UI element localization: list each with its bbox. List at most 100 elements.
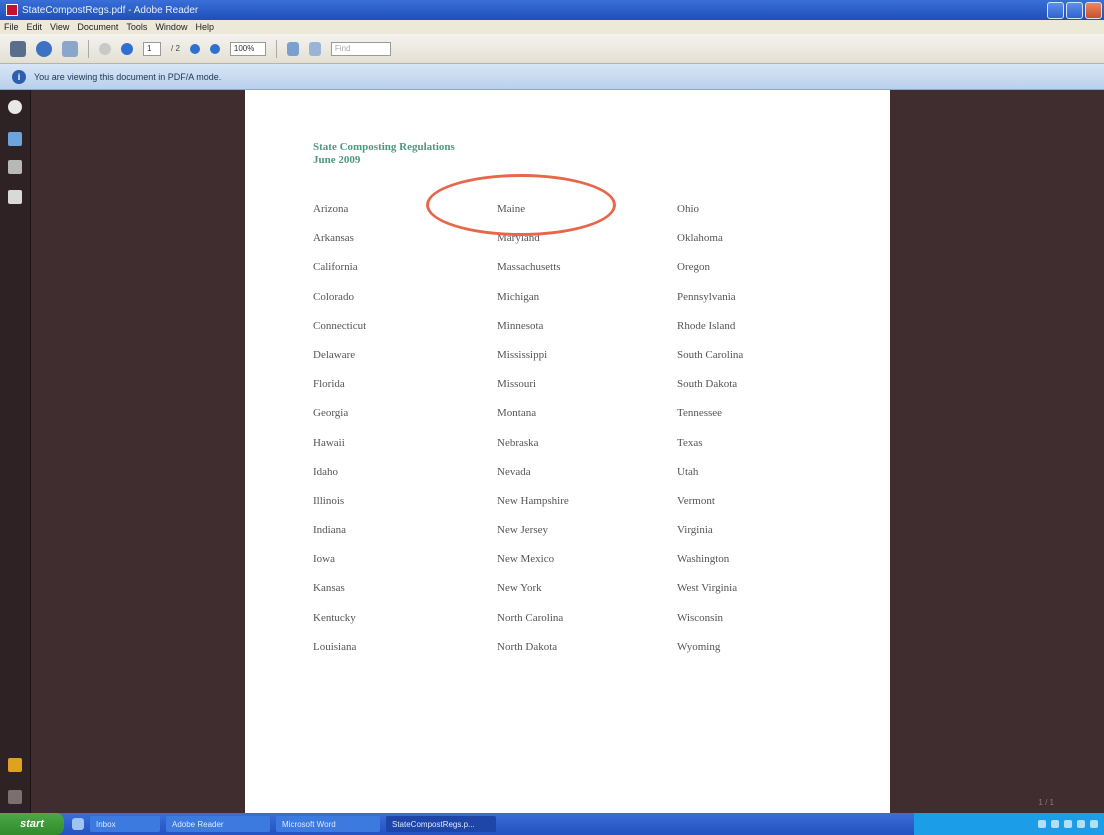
menu-edit[interactable]: Edit — [27, 22, 43, 32]
state-name: New York — [497, 582, 542, 595]
state-name: South Carolina — [677, 348, 744, 361]
close-button[interactable] — [1085, 2, 1102, 19]
comments-icon[interactable] — [8, 100, 22, 114]
state-name: South Dakota — [677, 378, 738, 391]
maximize-button[interactable] — [1066, 2, 1083, 19]
state-name: Rhode Island — [677, 319, 736, 332]
email-icon[interactable] — [36, 40, 52, 57]
state-name: Michigan — [497, 290, 540, 303]
state-name: Wyoming — [677, 640, 721, 653]
window-title: StateCompostRegs.pdf - Adobe Reader — [22, 4, 199, 16]
state-name: Iowa — [313, 553, 335, 566]
previous-page-icon[interactable] — [99, 42, 111, 55]
paperclip-icon[interactable] — [8, 790, 22, 804]
state-name: New Hampshire — [497, 494, 569, 507]
state-name: Minnesota — [497, 319, 544, 332]
state-column-1: Arizona Arkansas California Colorado Connect… — [313, 202, 366, 669]
zoom-out-icon[interactable] — [189, 43, 200, 54]
state-name: Washington — [677, 553, 730, 566]
state-name: Tennessee — [677, 407, 723, 420]
info-icon: i — [12, 69, 26, 84]
state-name: North Carolina — [497, 611, 564, 624]
state-name: Vermont — [677, 494, 715, 507]
page-number-input[interactable]: 1 — [143, 41, 161, 56]
taskbar-item[interactable]: Inbox — [90, 816, 160, 832]
find-input[interactable]: Find — [330, 41, 391, 56]
print-icon[interactable] — [10, 40, 26, 57]
document-background-right: 1 / 1 — [890, 90, 1104, 813]
adobe-reader-icon — [6, 4, 18, 16]
title-date: June 2009 — [313, 154, 361, 166]
pdf-page: State Composting Regulations June 2009 A… — [245, 90, 890, 813]
signatures-icon[interactable] — [8, 160, 22, 174]
state-name: Oklahoma — [677, 232, 723, 245]
page-total: / 2 — [171, 44, 180, 53]
tray-icon[interactable] — [1090, 820, 1098, 828]
pdfa-info-bar: i You are viewing this document in PDF/A… — [0, 64, 1104, 90]
tray-icon[interactable] — [1064, 820, 1072, 828]
window-controls — [1047, 2, 1102, 19]
state-name: Georgia — [313, 407, 349, 420]
taskbar-item[interactable]: Microsoft Word — [276, 816, 380, 832]
state-name: Oregon — [677, 261, 710, 274]
zoom-in-icon[interactable] — [209, 43, 220, 54]
toolbar-separator — [88, 39, 89, 58]
state-name: Utah — [677, 465, 699, 478]
state-name: Florida — [313, 378, 345, 391]
tray-icon[interactable] — [1038, 820, 1046, 828]
info-message: You are viewing this document in PDF/A m… — [34, 71, 222, 82]
menu-window[interactable]: Window — [155, 22, 187, 32]
title-bar: StateCompostRegs.pdf - Adobe Reader — [0, 0, 1104, 20]
state-column-2: Maine Maryland Massachusetts Michigan Minnes… — [497, 202, 569, 669]
menu-view[interactable]: View — [50, 22, 69, 32]
state-column-3: Ohio Oklahoma Oregon Pennsylvania Rhode Isla… — [677, 202, 743, 669]
page-indicator: 1 / 1 — [1038, 798, 1054, 807]
taskbar-item-active[interactable]: StateCompostRegs.p... — [386, 816, 496, 832]
menu-bar: File Edit View Document Tools Window Hel… — [0, 20, 1104, 34]
state-name: Kansas — [313, 582, 345, 595]
zoom-select[interactable]: 100% — [229, 41, 266, 56]
system-tray — [914, 813, 1104, 835]
security-key-icon[interactable] — [8, 758, 22, 772]
state-name: Missouri — [497, 378, 537, 391]
state-name: Virginia — [677, 524, 713, 537]
state-name: Kentucky — [313, 611, 356, 624]
tray-icon[interactable] — [1077, 820, 1085, 828]
pages-icon[interactable] — [8, 132, 22, 146]
state-name: Illinois — [313, 494, 345, 507]
menu-tools[interactable]: Tools — [126, 22, 147, 32]
state-name: Ohio — [677, 203, 699, 215]
menu-document[interactable]: Document — [77, 22, 118, 32]
state-name: Colorado — [313, 290, 354, 303]
taskbar-item[interactable]: Adobe Reader — [166, 816, 270, 832]
state-name: Idaho — [313, 465, 339, 478]
fit-width-icon[interactable] — [308, 41, 321, 56]
state-name: West Virginia — [677, 582, 738, 595]
state-name: Arizona — [313, 203, 349, 215]
state-name: Hawaii — [313, 436, 345, 449]
state-name: California — [313, 261, 358, 274]
state-name: Louisiana — [313, 640, 357, 653]
fit-page-icon[interactable] — [286, 41, 299, 56]
collaborate-icon[interactable] — [62, 40, 78, 57]
state-name: Massachusetts — [497, 261, 561, 274]
menu-file[interactable]: File — [4, 22, 19, 32]
toolbar-separator — [275, 39, 277, 58]
state-name: Connecticut — [313, 319, 367, 332]
document-background-left — [31, 90, 245, 813]
next-page-icon[interactable] — [121, 42, 133, 55]
highlight-circle — [426, 174, 616, 236]
attachments-icon[interactable] — [8, 190, 22, 204]
minimize-button[interactable] — [1047, 2, 1064, 19]
state-name: North Dakota — [497, 640, 558, 653]
menu-help[interactable]: Help — [195, 22, 214, 32]
state-name: New Jersey — [497, 524, 549, 537]
state-name: Nebraska — [497, 436, 539, 449]
taskbar: start Inbox Adobe Reader Microsoft Word … — [0, 813, 1104, 835]
state-name: Delaware — [313, 348, 356, 361]
quick-launch-icon[interactable] — [72, 818, 84, 830]
toolbar: 1 / 2 100% Find — [0, 34, 1104, 64]
start-button[interactable]: start — [0, 813, 64, 835]
state-name: Texas — [677, 436, 703, 449]
tray-icon[interactable] — [1051, 820, 1059, 828]
